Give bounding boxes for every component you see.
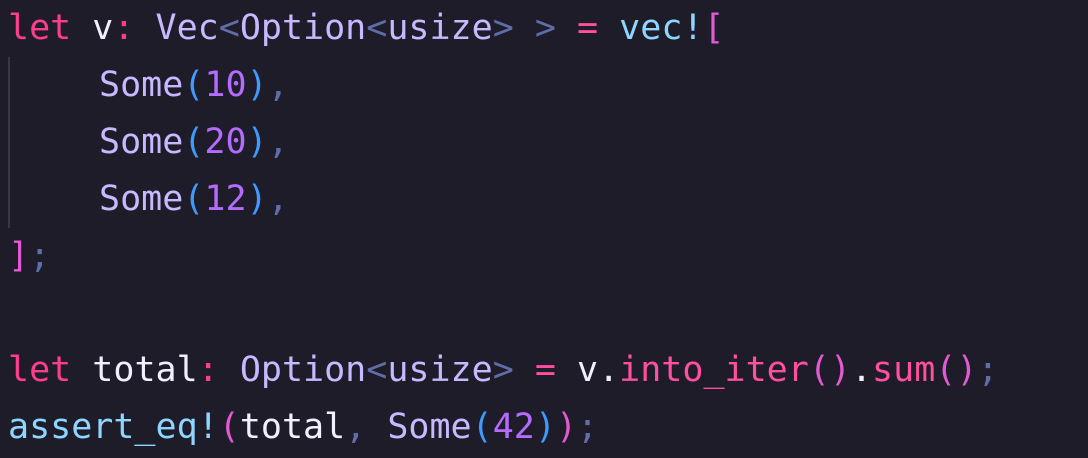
- dot-operator: .: [850, 350, 873, 390]
- paren-open: (: [183, 65, 205, 105]
- number-literal: 20: [204, 122, 247, 162]
- macro-bang: !: [197, 407, 219, 447]
- semicolon: ;: [29, 236, 51, 276]
- comma: ,: [267, 65, 289, 105]
- colon: :: [113, 8, 135, 48]
- paren-close: ): [246, 65, 268, 105]
- angle-close: >: [534, 8, 556, 48]
- paren-close: ): [534, 407, 556, 447]
- paren-open: (: [808, 350, 830, 390]
- variant-some: Some: [99, 122, 184, 162]
- variant-some: Some: [99, 65, 184, 105]
- number-literal: 42: [492, 407, 535, 447]
- comma: ,: [345, 407, 367, 447]
- comma: ,: [267, 179, 289, 219]
- method-sum: sum: [872, 350, 936, 390]
- bracket-close: ]: [8, 236, 30, 276]
- macro-bang: !: [682, 8, 704, 48]
- angle-open: <: [366, 8, 388, 48]
- type-option: Option: [239, 8, 367, 48]
- code-line-5[interactable]: ];: [0, 228, 1088, 285]
- code-line-6[interactable]: [0, 285, 1088, 342]
- type-option: Option: [239, 350, 367, 390]
- code-line-7[interactable]: let total: Option<usize> = v.into_iter()…: [0, 342, 1088, 399]
- paren-open: (: [471, 407, 493, 447]
- semicolon: ;: [577, 407, 599, 447]
- angle-close: >: [492, 350, 514, 390]
- equals-operator: =: [534, 350, 556, 390]
- comma: ,: [267, 122, 289, 162]
- variant-some: Some: [99, 179, 184, 219]
- macro-vec: vec: [619, 8, 683, 48]
- number-literal: 12: [204, 179, 247, 219]
- variable-v: v: [577, 350, 599, 390]
- code-editor[interactable]: let v: Vec<Option<usize> > = vec![ Some(…: [0, 0, 1088, 458]
- code-line-3[interactable]: Some(20),: [0, 114, 1088, 171]
- code-line-1[interactable]: let v: Vec<Option<usize> > = vec![: [0, 0, 1088, 57]
- angle-open: <: [366, 350, 388, 390]
- semicolon: ;: [977, 350, 999, 390]
- type-vec: Vec: [155, 8, 219, 48]
- type-usize: usize: [387, 8, 493, 48]
- type-usize: usize: [387, 350, 493, 390]
- variable-total: total: [239, 407, 346, 447]
- variable-v: v: [92, 8, 114, 48]
- paren-open: (: [218, 407, 240, 447]
- angle-open: <: [218, 8, 240, 48]
- equals-operator: =: [577, 8, 599, 48]
- code-line-4[interactable]: Some(12),: [0, 171, 1088, 228]
- colon: :: [197, 350, 219, 390]
- keyword-let: let: [8, 350, 72, 390]
- bracket-open: [: [703, 8, 725, 48]
- angle-close: >: [492, 8, 514, 48]
- macro-assert-eq: assert_eq: [8, 407, 198, 447]
- code-line-8[interactable]: assert_eq!(total, Some(42));: [0, 399, 1088, 456]
- keyword-let: let: [8, 8, 72, 48]
- variable-total: total: [92, 350, 198, 390]
- number-literal: 10: [204, 65, 247, 105]
- paren-close: ): [555, 407, 578, 447]
- paren-open: (: [183, 179, 205, 219]
- paren-open: (: [183, 122, 205, 162]
- paren-close: ): [956, 350, 978, 390]
- variant-some: Some: [387, 407, 472, 447]
- paren-close: ): [829, 350, 851, 390]
- method-into-iter: into_iter: [619, 350, 809, 390]
- paren-open: (: [935, 350, 957, 390]
- code-line-2[interactable]: Some(10),: [0, 57, 1088, 114]
- paren-close: ): [246, 122, 268, 162]
- paren-close: ): [246, 179, 268, 219]
- dot-operator: .: [598, 350, 620, 390]
